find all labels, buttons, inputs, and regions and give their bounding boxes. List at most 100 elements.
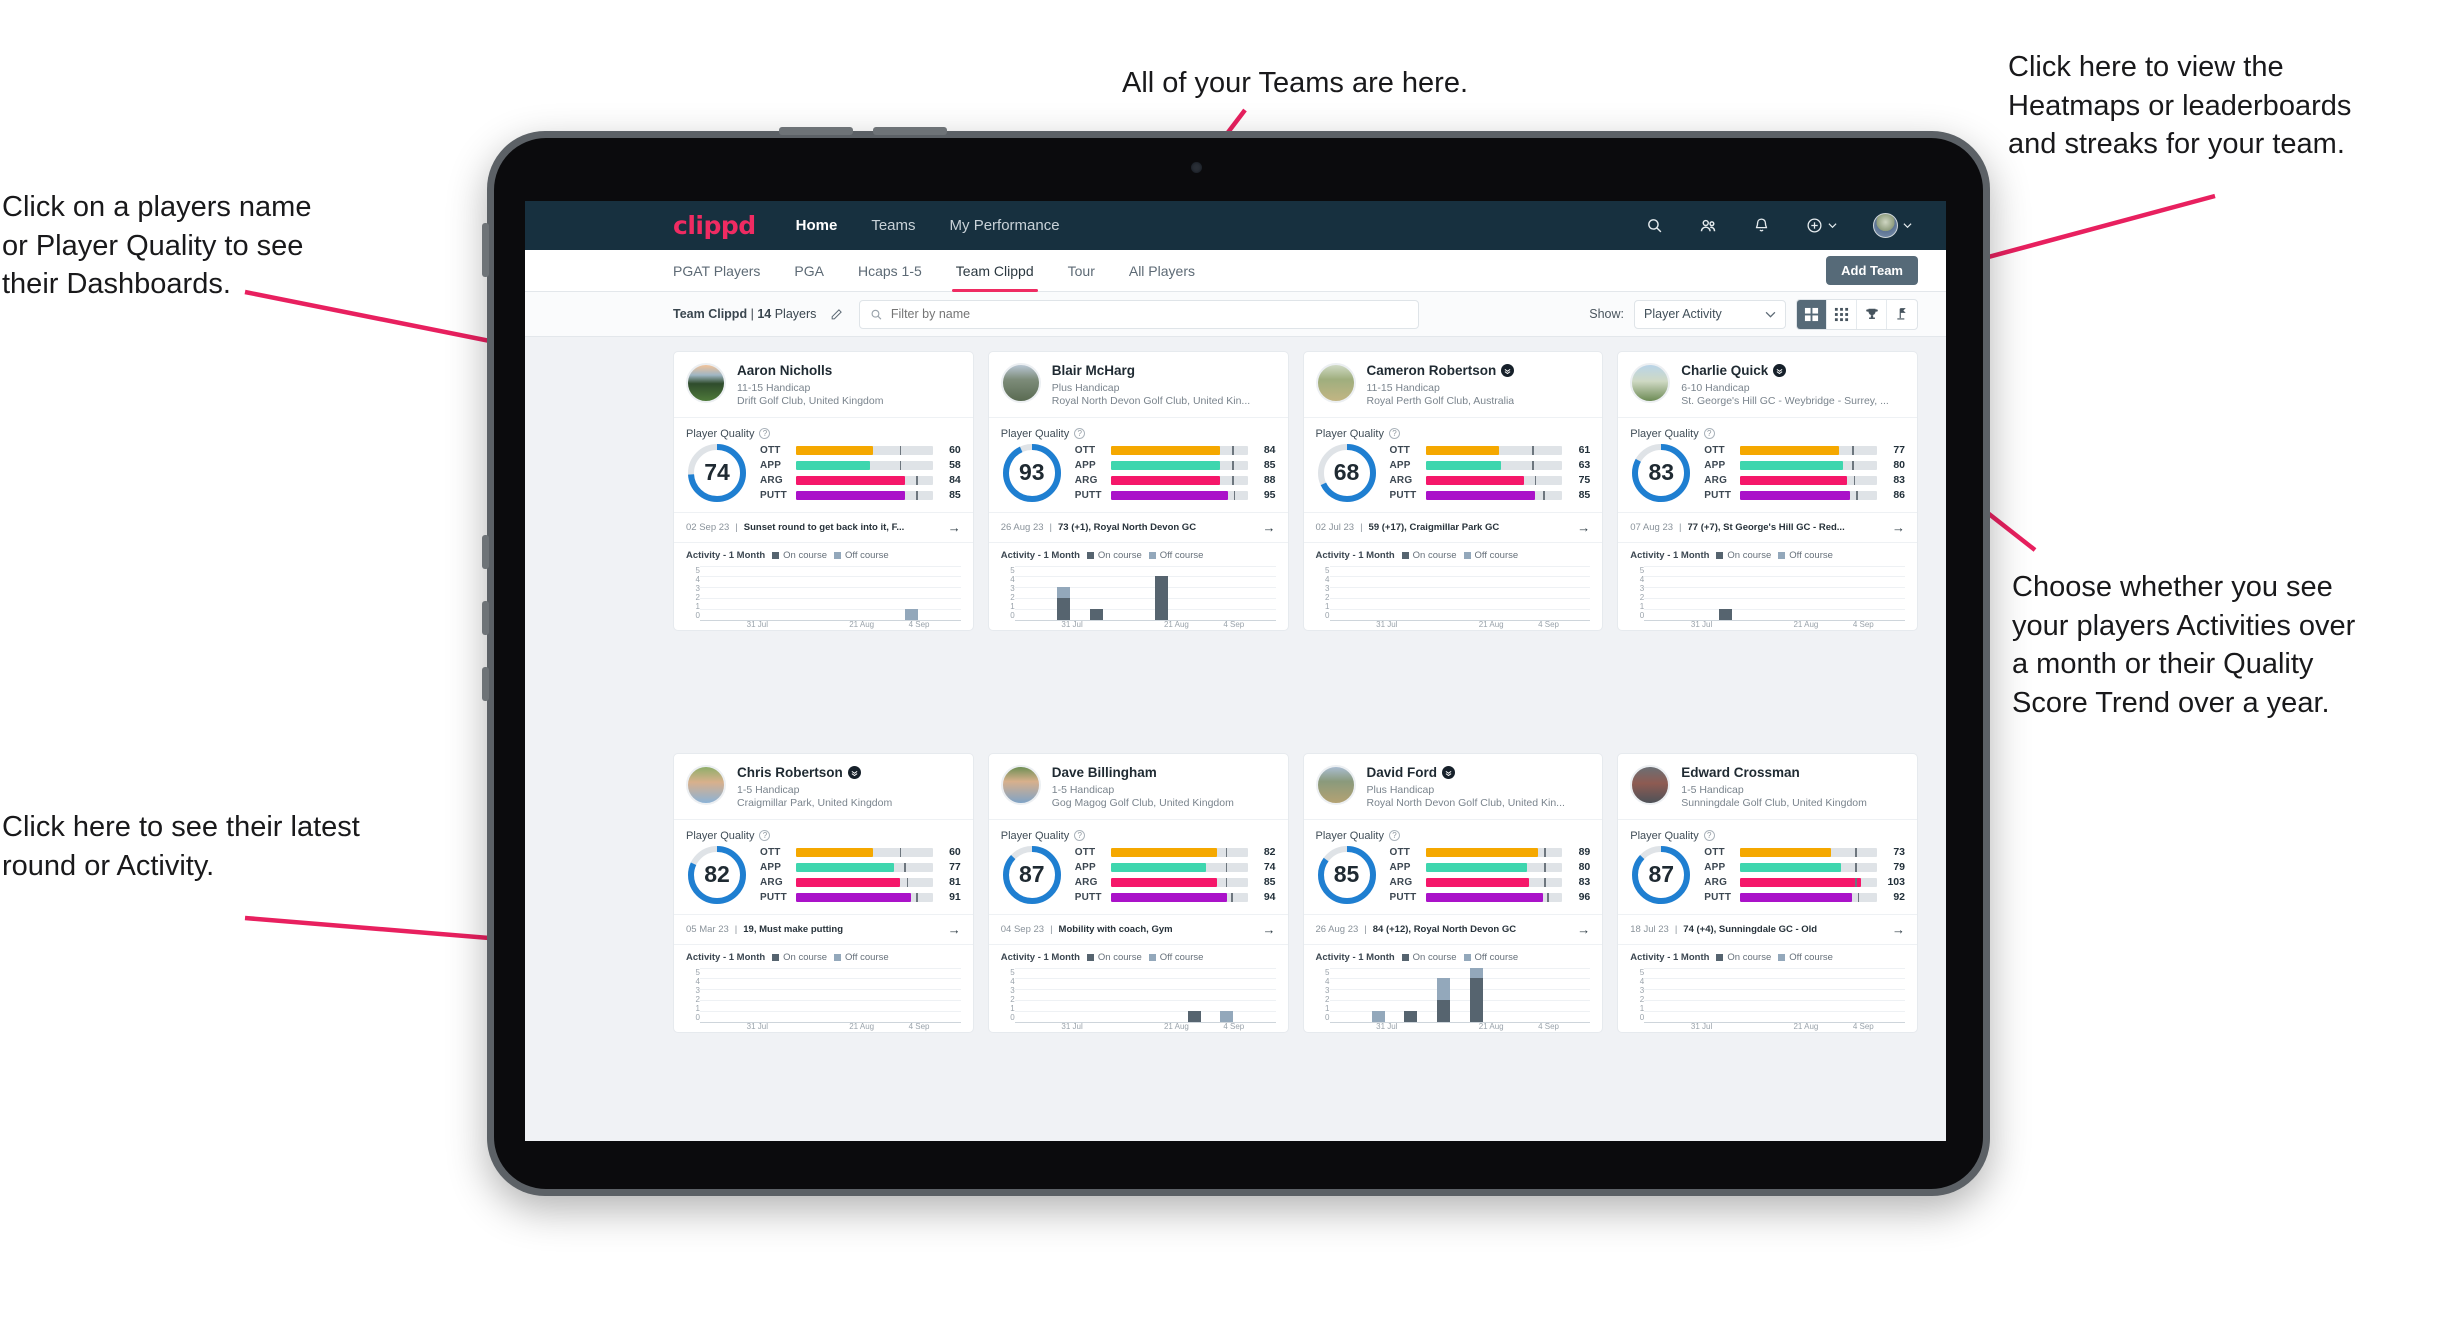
bar-stack[interactable]	[938, 968, 951, 1022]
bar-stack[interactable]	[1057, 968, 1070, 1022]
tab-all-players[interactable]: All Players	[1129, 250, 1195, 292]
bar-stack[interactable]	[1850, 566, 1863, 620]
arrow-right-icon[interactable]: →	[1577, 922, 1590, 937]
bar-stack[interactable]	[742, 566, 755, 620]
bar-stack[interactable]	[1654, 968, 1667, 1022]
bar-stack[interactable]	[1220, 968, 1234, 1022]
player-name[interactable]: Chris Robertson	[737, 765, 892, 781]
player-name[interactable]: Dave Billingham	[1052, 765, 1234, 781]
help-icon[interactable]: ?	[1703, 830, 1715, 842]
help-icon[interactable]: ?	[759, 428, 771, 440]
bar-stack[interactable]	[1687, 968, 1700, 1022]
avatar[interactable]	[1000, 765, 1041, 805]
latest-round-row[interactable]: 18 Jul 23 | 74 (+4), Sunningdale GC - Old →	[1618, 913, 1917, 944]
player-name[interactable]: Aaron Nicholls	[737, 363, 883, 379]
view-mode-golf-pin[interactable]	[1887, 300, 1917, 329]
latest-round-row[interactable]: 02 Jul 23 | 59 (+17), Craigmillar Park GC →	[1303, 511, 1603, 542]
avatar[interactable]	[1315, 363, 1356, 403]
add-team-button[interactable]: Add Team	[1826, 256, 1918, 285]
bar-stack[interactable]	[1882, 566, 1895, 620]
bar-stack[interactable]	[1155, 968, 1168, 1022]
tab-pgat-players[interactable]: PGAT Players	[673, 250, 760, 292]
view-mode-trophy[interactable]	[1857, 299, 1887, 329]
tab-hcaps-1-5[interactable]: Hcaps 1-5	[858, 250, 922, 292]
arrow-right-icon[interactable]: →	[1892, 520, 1905, 535]
player-card-header[interactable]: Blair McHarg Plus Handicap Royal North Dev…	[989, 352, 1288, 417]
player-card-header[interactable]: Chris Robertson 1-5 Handicap Craigmillar P…	[674, 754, 973, 819]
player-card[interactable]: Charlie Quick 6-10 Handicap St. George's H…	[1617, 351, 1918, 631]
bar-stack[interactable]	[1567, 566, 1580, 620]
bar-stack[interactable]	[1567, 968, 1580, 1022]
player-quality-section[interactable]: Player Quality? 93 OTT 84 APP 85 ARG 88 PUTT 95	[988, 416, 1288, 512]
bar-stack[interactable]	[1371, 968, 1385, 1022]
bar-stack[interactable]	[775, 566, 788, 620]
bar-stack[interactable]	[808, 566, 821, 620]
bar-stack[interactable]	[1752, 968, 1765, 1022]
search-input[interactable]	[890, 307, 1409, 321]
arrow-right-icon[interactable]: →	[1892, 922, 1905, 937]
latest-round-row[interactable]: 05 Mar 23 | 19, Must make putting →	[674, 913, 973, 944]
avatar[interactable]	[1315, 765, 1356, 805]
bar-stack[interactable]	[1469, 967, 1483, 1022]
bar-stack[interactable]	[1372, 566, 1385, 620]
avatar[interactable]	[1000, 363, 1041, 403]
bar-stack[interactable]	[1090, 968, 1103, 1022]
player-quality-section[interactable]: Player Quality? 85 OTT 89 APP 80 ARG 83 PUTT 96	[1303, 818, 1603, 914]
bar-stack[interactable]	[1654, 566, 1667, 620]
bar-stack[interactable]	[1057, 566, 1071, 620]
navlink-home[interactable]: Home	[796, 217, 838, 234]
player-card-header[interactable]: Charlie Quick 6-10 Handicap St. George's H…	[1618, 352, 1917, 417]
bar-stack[interactable]	[1404, 566, 1417, 620]
player-card-header[interactable]: Aaron Nicholls 11-15 Handicap Drift Golf C…	[674, 352, 973, 417]
bar-stack[interactable]	[1154, 566, 1168, 620]
help-icon[interactable]: ?	[759, 830, 771, 842]
edit-pencil-icon[interactable]	[830, 308, 843, 321]
bar-stack[interactable]	[1784, 968, 1797, 1022]
arrow-right-icon[interactable]: →	[948, 520, 961, 535]
bar-stack[interactable]	[873, 968, 886, 1022]
arrow-right-icon[interactable]: →	[1263, 520, 1276, 535]
avatar[interactable]	[1630, 363, 1671, 403]
player-name[interactable]: Edward Crossman	[1681, 765, 1867, 781]
latest-round-row[interactable]: 26 Aug 23 | 73 (+1), Royal North Devon GC →	[988, 511, 1288, 542]
view-mode-grid-small[interactable]	[1827, 299, 1857, 329]
bar-stack[interactable]	[1850, 968, 1863, 1022]
player-name[interactable]: David Ford	[1367, 765, 1565, 781]
latest-round-row[interactable]: 02 Sep 23 | Sunset round to get back into …	[674, 511, 973, 542]
player-card-header[interactable]: Dave Billingham 1-5 Handicap Gog Magog Gol…	[989, 754, 1288, 819]
bar-stack[interactable]	[1817, 968, 1830, 1022]
bar-stack[interactable]	[1784, 566, 1797, 620]
bar-stack[interactable]	[840, 968, 853, 1022]
player-card[interactable]: Aaron Nicholls 11-15 Handicap Drift Golf C…	[673, 351, 974, 631]
bar-stack[interactable]	[1220, 566, 1233, 620]
bar-stack[interactable]	[1404, 968, 1418, 1022]
arrow-right-icon[interactable]: →	[948, 922, 961, 937]
bar-stack[interactable]	[1025, 566, 1038, 620]
player-card[interactable]: Edward Crossman 1-5 Handicap Sunningdale G…	[1617, 753, 1918, 1033]
bar-stack[interactable]	[710, 566, 723, 620]
player-name[interactable]: Cameron Robertson	[1367, 363, 1515, 379]
player-quality-section[interactable]: Player Quality? 74 OTT 60 APP 58 ARG 84 PUTT 85	[674, 416, 973, 512]
bar-stack[interactable]	[1339, 566, 1352, 620]
search-input-wrapper[interactable]	[859, 299, 1420, 329]
bar-stack[interactable]	[938, 566, 951, 620]
player-card[interactable]: David Ford Plus Handicap Royal North Devon…	[1302, 753, 1604, 1033]
bar-stack[interactable]	[1719, 566, 1733, 620]
search-icon[interactable]	[1646, 217, 1663, 234]
bar-stack[interactable]	[710, 968, 723, 1022]
arrow-right-icon[interactable]: →	[1577, 520, 1590, 535]
people-icon[interactable]	[1699, 217, 1717, 235]
latest-round-row[interactable]: 26 Aug 23 | 84 (+12), Royal North Devon GC…	[1303, 913, 1603, 944]
bar-stack[interactable]	[1502, 566, 1515, 620]
avatar[interactable]	[1630, 765, 1671, 805]
bell-icon[interactable]	[1753, 217, 1770, 234]
bar-stack[interactable]	[1687, 566, 1700, 620]
bar-stack[interactable]	[905, 968, 918, 1022]
player-name[interactable]: Blair McHarg	[1052, 363, 1250, 379]
bar-stack[interactable]	[1437, 968, 1451, 1022]
show-select[interactable]: Player Activity	[1634, 299, 1786, 329]
clippd-logo[interactable]: clippd	[673, 211, 756, 240]
bar-stack[interactable]	[742, 968, 755, 1022]
bar-stack[interactable]	[1122, 566, 1135, 620]
bar-stack[interactable]	[1089, 566, 1103, 620]
